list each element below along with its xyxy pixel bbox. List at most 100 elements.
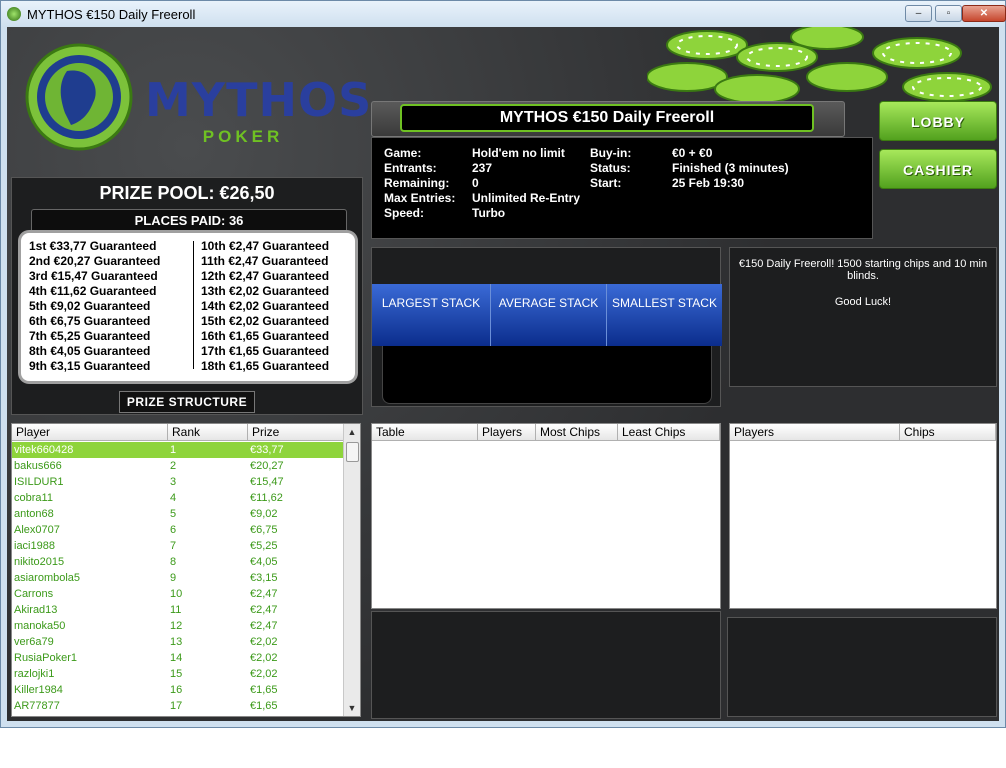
- table-row[interactable]: anton68 5 €9,02: [12, 506, 346, 522]
- header-rank[interactable]: Rank: [168, 424, 248, 441]
- header-table[interactable]: Table: [372, 424, 478, 441]
- header-most-chips[interactable]: Most Chips: [536, 424, 618, 441]
- maximize-button[interactable]: ▫: [935, 5, 962, 22]
- rank-cell: 2: [170, 460, 177, 472]
- tournament-title: MYTHOS €150 Daily Freeroll: [400, 104, 814, 132]
- table-row[interactable]: manoka50 12 €2,47: [12, 618, 346, 634]
- table-row[interactable]: cobra11 4 €11,62: [12, 490, 346, 506]
- payout-row: 12th €2,47 Guaranteed: [201, 269, 330, 283]
- rank-cell: 16: [170, 684, 183, 696]
- largest-stack-tab[interactable]: LARGEST STACK: [372, 284, 491, 346]
- player-name-cell: AR77877: [14, 700, 60, 712]
- payout-list: 1st €33,77 Guaranteed 2nd €20,27 Guarant…: [21, 233, 355, 381]
- table-row[interactable]: vitek660428 1 €33,77: [12, 442, 346, 458]
- header-players[interactable]: Players: [478, 424, 536, 441]
- close-button[interactable]: ✕: [962, 5, 1006, 22]
- table-row[interactable]: nikito2015 8 €4,05: [12, 554, 346, 570]
- rank-cell: 14: [170, 652, 183, 664]
- payout-row: 5th €9,02 Guaranteed: [29, 299, 151, 313]
- tables-table[interactable]: Table Players Most Chips Least Chips: [371, 423, 721, 609]
- smallest-stack-tab[interactable]: SMALLEST STACK: [607, 284, 722, 346]
- lobby-button[interactable]: LOBBY: [879, 101, 997, 141]
- app-icon: [7, 7, 21, 21]
- payout-row: 10th €2,47 Guaranteed: [201, 239, 330, 253]
- tournament-description: €150 Daily Freeroll! 1500 starting chips…: [729, 247, 997, 387]
- header-player[interactable]: Player: [12, 424, 168, 441]
- good-luck-text: Good Luck!: [834, 296, 892, 308]
- payout-row: 17th €1,65 Guaranteed: [201, 344, 330, 358]
- payout-column-left: 1st €33,77 Guaranteed 2nd €20,27 Guarant…: [29, 239, 160, 374]
- payout-row: 3rd €15,47 Guaranteed: [29, 269, 158, 283]
- prize-cell: €20,27: [250, 460, 284, 472]
- stack-value-area: [382, 346, 712, 404]
- player-name-cell: Killer1984: [14, 684, 63, 696]
- player-name-cell: manoka50: [14, 620, 66, 632]
- player-name-cell: RusiaPoker1: [14, 652, 77, 664]
- tournament-banner: MYTHOS €150 Daily Freeroll: [371, 101, 845, 137]
- player-name-cell: Alex0707: [14, 524, 60, 536]
- scroll-thumb[interactable]: [346, 442, 359, 462]
- table-row[interactable]: iaci1988 7 €5,25: [12, 538, 346, 554]
- table-row[interactable]: Carrons 10 €2,47: [12, 586, 346, 602]
- table-row[interactable]: ISILDUR1 3 €15,47: [12, 474, 346, 490]
- header-least-chips[interactable]: Least Chips: [618, 424, 720, 441]
- player-name-cell: asiarombola5: [14, 572, 81, 584]
- prize-cell: €1,65: [250, 684, 278, 696]
- prize-cell: €1,65: [250, 700, 278, 712]
- stacks-tab-bar: LARGEST STACK AVERAGE STACK SMALLEST STA…: [372, 284, 722, 346]
- payout-row: 6th €6,75 Guaranteed: [29, 314, 151, 328]
- lobby-client: MYTHOS POKER PRIZE POOL: €26,50 PLACES P…: [7, 27, 999, 721]
- status-label: Status:: [590, 161, 631, 175]
- scroll-down-icon[interactable]: ▼: [344, 700, 360, 716]
- buyin-label: Buy-in:: [590, 146, 632, 160]
- payout-row: 4th €11,62 Guaranteed: [29, 284, 157, 298]
- payout-row: 9th €3,15 Guaranteed: [29, 359, 151, 373]
- minimize-button[interactable]: –: [905, 5, 932, 22]
- rank-cell: 11: [170, 604, 182, 616]
- payout-row: 18th €1,65 Guaranteed: [201, 359, 330, 373]
- cashier-button[interactable]: CASHIER: [879, 149, 997, 189]
- table-row[interactable]: AR77877 17 €1,65: [12, 698, 346, 714]
- average-stack-tab[interactable]: AVERAGE STACK: [491, 284, 607, 346]
- rank-cell: 3: [170, 476, 177, 488]
- rank-cell: 8: [170, 556, 177, 568]
- prize-cell: €2,47: [250, 604, 278, 616]
- players-table[interactable]: Player Rank Prize vitek660428 1 €33,77 baku…: [11, 423, 361, 717]
- table-players-table[interactable]: Players Chips: [729, 423, 997, 609]
- table-row[interactable]: ver6a79 13 €2,02: [12, 634, 346, 650]
- payout-row: 15th €2,02 Guaranteed: [201, 314, 330, 328]
- player-name-cell: bakus666: [14, 460, 62, 472]
- rank-cell: 15: [170, 668, 183, 680]
- prize-cell: €6,75: [250, 524, 278, 536]
- window-title: MYTHOS €150 Daily Freeroll: [27, 7, 196, 22]
- player-name-cell: anton68: [14, 508, 54, 520]
- players-scrollbar[interactable]: ▲ ▼: [343, 424, 360, 716]
- table-row[interactable]: asiarombola5 9 €3,15: [12, 570, 346, 586]
- header-table-players[interactable]: Players: [730, 424, 900, 441]
- table-row[interactable]: Akirad13 11 €2,47: [12, 602, 346, 618]
- header-prize[interactable]: Prize: [248, 424, 346, 441]
- header-chips[interactable]: Chips: [900, 424, 996, 441]
- table-row[interactable]: bakus666 2 €20,27: [12, 458, 346, 474]
- player-name-cell: Akirad13: [14, 604, 58, 616]
- table-row[interactable]: Alex0707 6 €6,75: [12, 522, 346, 538]
- prize-pool-label: PRIZE POOL: €26,50: [99, 183, 275, 203]
- rank-cell: 10: [170, 588, 183, 600]
- table-row[interactable]: RusiaPoker1 14 €2,02: [12, 650, 346, 666]
- prize-structure-button[interactable]: PRIZE STRUCTURE: [119, 391, 255, 413]
- player-name-cell: Carrons: [14, 588, 54, 600]
- scroll-up-icon[interactable]: ▲: [344, 424, 360, 440]
- rank-cell: 1: [170, 444, 177, 456]
- prize-cell: €9,02: [250, 508, 278, 520]
- title-bar[interactable]: MYTHOS €150 Daily Freeroll – ▫ ✕: [1, 1, 1006, 27]
- payout-row: 11th €2,47 Guaranteed: [201, 254, 329, 268]
- rank-cell: 9: [170, 572, 177, 584]
- table-row[interactable]: Killer1984 16 €1,65: [12, 682, 346, 698]
- payout-row: 8th €4,05 Guaranteed: [29, 344, 151, 358]
- rank-cell: 17: [170, 700, 183, 712]
- remaining-label: Remaining:: [384, 176, 450, 190]
- payout-column-right: 10th €2,47 Guaranteed 11th €2,47 Guarant…: [201, 239, 329, 374]
- speed-value: Turbo: [472, 206, 506, 220]
- prize-cell: €2,02: [250, 636, 278, 648]
- table-row[interactable]: razlojki1 15 €2,02: [12, 666, 346, 682]
